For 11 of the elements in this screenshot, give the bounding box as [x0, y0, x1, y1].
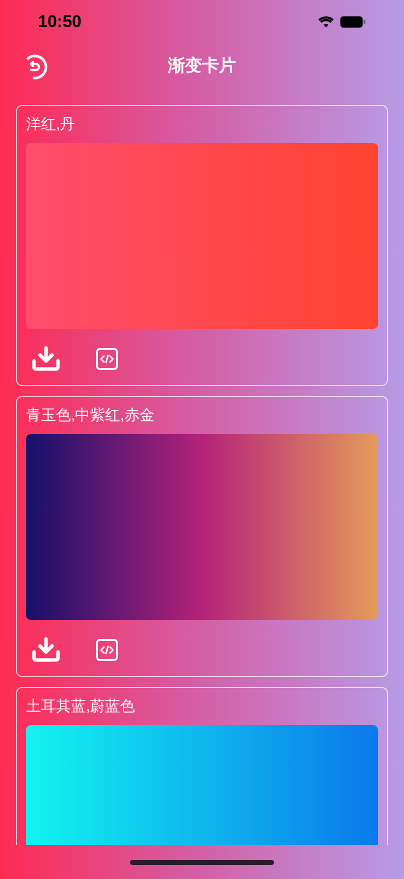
- code-icon[interactable]: [95, 347, 119, 371]
- battery-icon: [340, 16, 366, 28]
- page-title: 渐变卡片: [168, 55, 236, 78]
- card-title: 土耳其蓝,蔚蓝色: [26, 697, 136, 717]
- status-time: 10:50: [38, 11, 82, 34]
- download-icon[interactable]: [31, 346, 61, 372]
- card-title: 青玉色,中紫红,赤金: [26, 406, 156, 426]
- wifi-icon: [318, 16, 334, 28]
- code-icon[interactable]: [95, 638, 119, 662]
- download-icon[interactable]: [31, 637, 61, 663]
- card-title: 洋红,丹: [26, 115, 76, 135]
